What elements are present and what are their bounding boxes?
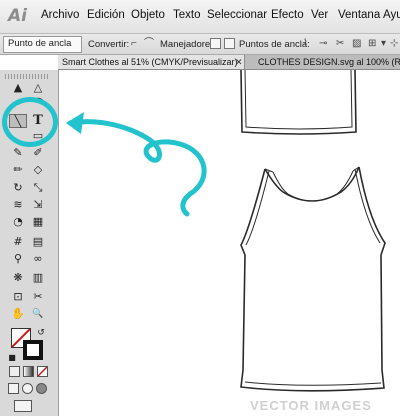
align-icon[interactable]: ⊞ <box>368 38 376 49</box>
rotate-tool-icon[interactable]: ↻ <box>9 181 27 195</box>
blend-tool-icon[interactable]: ∞ <box>29 252 47 266</box>
symbol-sprayer-tool-icon[interactable]: ❋ <box>9 271 27 285</box>
menu-efecto[interactable]: Efecto <box>271 9 304 21</box>
convert-to-smooth-icon[interactable]: ⌒ <box>144 38 154 49</box>
swap-fill-stroke-icon[interactable]: ↺ <box>35 326 47 340</box>
cut-path-icon[interactable]: ✂ <box>336 38 344 49</box>
transform-icon[interactable]: ⊹ <box>390 38 398 49</box>
tab-smart-clothes-label: Smart Clothes al 51% (CMYK/Previsualizar… <box>62 57 238 67</box>
handles-label: Manejadores: <box>160 39 218 50</box>
anchor-point-label: Punto de ancla <box>8 38 72 49</box>
blob-brush-tool-icon[interactable]: ✏ <box>9 163 27 177</box>
warp-tool-icon[interactable]: ≋ <box>9 198 27 212</box>
eyedropper-tool-icon[interactable]: ⚲ <box>9 252 27 266</box>
tab-clothes-design[interactable]: CLOTHES DESIGN.svg al 100% (RGB <box>254 55 400 69</box>
scale-tool-icon[interactable]: ⤡ <box>29 181 47 195</box>
watermark: VECTOR IMAGES <box>250 398 372 413</box>
draw-inside-icon[interactable] <box>36 383 47 394</box>
hand-tool-icon[interactable]: ✋ <box>9 307 27 321</box>
control-bar: Punto de ancla Convertir: ⌐ ⌒ Manejadore… <box>0 34 400 55</box>
tank-top <box>240 166 386 392</box>
none-slash-icon <box>38 367 47 376</box>
connect-anchor-icon[interactable]: ⊸ <box>319 38 327 49</box>
artboard-tool-icon[interactable]: ⊡ <box>9 290 27 304</box>
shape-builder-tool-icon[interactable]: ◔ <box>9 215 27 229</box>
draw-normal-icon[interactable] <box>8 383 19 394</box>
zoom-tool-icon[interactable]: 🔍 <box>29 307 47 321</box>
upper-shirt-hem <box>240 69 357 135</box>
direct-selection-tool-icon[interactable]: △ <box>29 81 47 95</box>
free-transform-tool-icon[interactable]: ⇲ <box>29 198 47 212</box>
menu-bar: Ai Archivo Edición Objeto Texto Seleccio… <box>0 0 400 34</box>
show-handles-icon[interactable] <box>210 38 221 49</box>
highlight-circle <box>2 97 58 147</box>
hide-handles-icon[interactable] <box>224 38 235 49</box>
mesh-tool-icon[interactable]: # <box>9 235 27 249</box>
anchor-points-label: Puntos de ancla: <box>239 39 310 50</box>
pencil-tool-icon[interactable]: ✐ <box>29 146 47 160</box>
tab-smart-clothes[interactable]: Smart Clothes al 51% (CMYK/Previsualizar… <box>58 55 245 69</box>
default-colors-icon[interactable]: ■ <box>7 351 17 365</box>
gradient-button[interactable] <box>23 366 34 377</box>
screen-mode-icon[interactable] <box>14 400 32 412</box>
none-button[interactable] <box>37 366 48 377</box>
draw-behind-icon[interactable] <box>22 383 33 394</box>
anchor-point-field: Punto de ancla <box>3 36 82 53</box>
menu-edicion[interactable]: Edición <box>87 9 125 21</box>
tab-close-icon[interactable]: ✕ <box>235 55 243 69</box>
tab-clothes-design-label: CLOTHES DESIGN.svg al 100% (RGB <box>258 57 400 67</box>
menu-ayuda[interactable]: Ayu <box>383 9 400 21</box>
convert-to-corner-icon[interactable]: ⌐ <box>131 38 137 49</box>
menu-ver[interactable]: Ver <box>311 9 328 21</box>
panel-grip[interactable] <box>5 74 49 79</box>
menu-archivo[interactable]: Archivo <box>41 9 79 21</box>
selection-tool-icon[interactable]: ▲ <box>9 81 27 95</box>
menu-seleccionar[interactable]: Seleccionar <box>207 9 267 21</box>
dropdown-arrow-icon[interactable]: ▾ <box>381 38 386 49</box>
stroke-swatch[interactable] <box>23 340 43 360</box>
color-button[interactable] <box>9 366 20 377</box>
remove-anchor-icon[interactable]: ⌇ <box>303 38 308 49</box>
column-graph-tool-icon[interactable]: ▥ <box>29 271 47 285</box>
document-tab-bar: Smart Clothes al 51% (CMYK/Previsualizar… <box>58 55 400 70</box>
menu-texto[interactable]: Texto <box>173 9 201 21</box>
eraser-tool-icon[interactable]: ◇ <box>29 163 47 177</box>
paintbrush-tool-icon[interactable]: ✎ <box>9 146 27 160</box>
swirl-arrow-annotation <box>66 112 207 217</box>
menu-objeto[interactable]: Objeto <box>131 9 165 21</box>
perspective-grid-tool-icon[interactable]: ▦ <box>29 215 47 229</box>
gradient-tool-icon[interactable]: ▤ <box>29 235 47 249</box>
app-logo-icon: Ai <box>8 6 27 26</box>
slice-tool-icon[interactable]: ✂ <box>29 290 47 304</box>
convert-label: Convertir: <box>88 39 130 50</box>
isolate-icon[interactable]: ▨ <box>352 38 361 49</box>
menu-ventana[interactable]: Ventana <box>338 9 380 21</box>
